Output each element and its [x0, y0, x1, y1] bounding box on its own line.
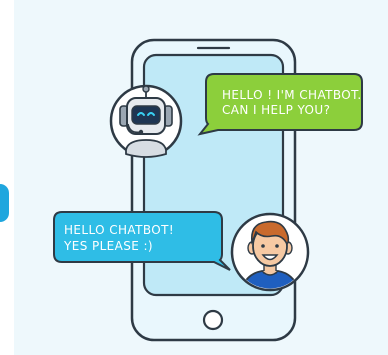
user-message-line2: YES PLEASE :)	[63, 239, 153, 253]
bot-message-line1: HELLO ! I'M CHATBOT.	[222, 88, 362, 102]
chatbot-illustration: HELLO ! I'M CHATBOT. CAN I HELP YOU? HEL…	[0, 0, 388, 355]
user-message-bubble: HELLO CHATBOT! YES PLEASE :)	[53, 211, 231, 271]
illustration-canvas: HELLO ! I'M CHATBOT. CAN I HELP YOU? HEL…	[53, 38, 363, 342]
bot-message-line2: CAN I HELP YOU?	[222, 103, 330, 117]
bot-message-bubble: HELLO ! I'M CHATBOT. CAN I HELP YOU?	[197, 73, 363, 136]
robot-avatar-icon	[109, 84, 183, 158]
user-message-line1: HELLO CHATBOT!	[64, 223, 174, 237]
home-button-icon	[202, 309, 224, 331]
